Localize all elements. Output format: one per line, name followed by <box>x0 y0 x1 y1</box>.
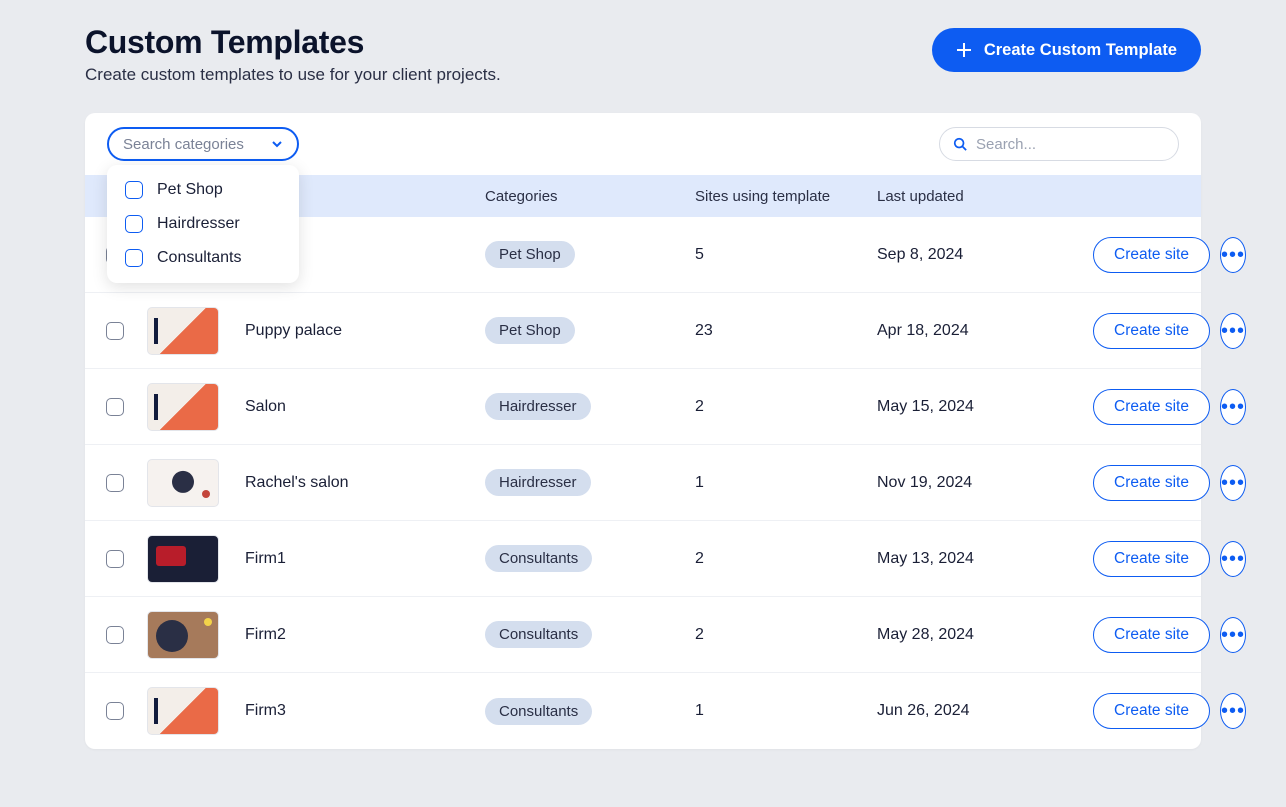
row-checkbox[interactable] <box>106 474 124 492</box>
template-thumbnail[interactable] <box>147 383 219 431</box>
ellipsis-icon: ••• <box>1221 321 1245 341</box>
table-row: Rachel's salonHairdresser1Nov 19, 2024Cr… <box>85 445 1201 521</box>
row-checkbox[interactable] <box>106 398 124 416</box>
ellipsis-icon: ••• <box>1221 473 1245 493</box>
dropdown-item-label: Consultants <box>157 249 242 267</box>
dropdown-item-hairdresser[interactable]: Hairdresser <box>107 207 299 241</box>
template-name: Rachel's salon <box>245 474 485 492</box>
last-updated: Sep 8, 2024 <box>877 246 1093 264</box>
page-subtitle: Create custom templates to use for your … <box>85 65 501 85</box>
create-site-button[interactable]: Create site <box>1093 693 1210 729</box>
template-thumbnail[interactable] <box>147 687 219 735</box>
template-name: Salon <box>245 398 485 416</box>
create-site-button[interactable]: Create site <box>1093 313 1210 349</box>
last-updated: May 15, 2024 <box>877 398 1093 416</box>
sites-count: 23 <box>695 322 877 340</box>
templates-card: Search categories Pet Shop Hairdresser <box>85 113 1201 749</box>
template-thumbnail[interactable] <box>147 307 219 355</box>
dropdown-item-consultants[interactable]: Consultants <box>107 241 299 275</box>
ellipsis-icon: ••• <box>1221 549 1245 569</box>
last-updated: May 28, 2024 <box>877 626 1093 644</box>
more-actions-button[interactable]: ••• <box>1220 313 1246 349</box>
category-chip: Hairdresser <box>485 469 591 496</box>
table-row: Firm2Consultants2May 28, 2024Create site… <box>85 597 1201 673</box>
page-title: Custom Templates <box>85 24 501 61</box>
category-filter-select[interactable]: Search categories <box>107 127 299 161</box>
sites-count: 5 <box>695 246 877 264</box>
category-chip: Consultants <box>485 698 592 725</box>
more-actions-button[interactable]: ••• <box>1220 465 1246 501</box>
dropdown-item-pet-shop[interactable]: Pet Shop <box>107 173 299 207</box>
sites-count: 2 <box>695 626 877 644</box>
sites-count: 1 <box>695 474 877 492</box>
create-custom-template-button[interactable]: Create Custom Template <box>932 28 1201 72</box>
more-actions-button[interactable]: ••• <box>1220 237 1246 273</box>
create-custom-template-label: Create Custom Template <box>984 41 1177 60</box>
last-updated: Jun 26, 2024 <box>877 702 1093 720</box>
more-actions-button[interactable]: ••• <box>1220 693 1246 729</box>
sites-count: 2 <box>695 550 877 568</box>
table-row: Firm1Consultants2May 13, 2024Create site… <box>85 521 1201 597</box>
column-header-sites: Sites using template <box>695 188 877 205</box>
checkbox-icon <box>125 215 143 233</box>
more-actions-button[interactable]: ••• <box>1220 541 1246 577</box>
table-row: Firm3Consultants1Jun 26, 2024Create site… <box>85 673 1201 749</box>
search-input[interactable] <box>939 127 1179 161</box>
category-filter-dropdown: Pet Shop Hairdresser Consultants <box>107 165 299 283</box>
dropdown-item-label: Pet Shop <box>157 181 223 199</box>
category-chip: Consultants <box>485 621 592 648</box>
template-name: Firm3 <box>245 702 485 720</box>
column-header-categories: Categories <box>485 188 695 205</box>
ellipsis-icon: ••• <box>1221 701 1245 721</box>
template-name: Puppy palace <box>245 322 485 340</box>
create-site-button[interactable]: Create site <box>1093 237 1210 273</box>
category-chip: Hairdresser <box>485 393 591 420</box>
checkbox-icon <box>125 181 143 199</box>
create-site-button[interactable]: Create site <box>1093 617 1210 653</box>
category-chip: Consultants <box>485 545 592 572</box>
plus-icon <box>956 42 972 58</box>
category-chip: Pet Shop <box>485 241 575 268</box>
row-checkbox[interactable] <box>106 702 124 720</box>
category-chip: Pet Shop <box>485 317 575 344</box>
category-filter-placeholder: Search categories <box>123 136 244 153</box>
ellipsis-icon: ••• <box>1221 245 1245 265</box>
last-updated: Nov 19, 2024 <box>877 474 1093 492</box>
column-header-updated: Last updated <box>877 188 1093 205</box>
template-thumbnail[interactable] <box>147 611 219 659</box>
more-actions-button[interactable]: ••• <box>1220 389 1246 425</box>
chevron-down-icon <box>271 138 283 150</box>
template-thumbnail[interactable] <box>147 459 219 507</box>
more-actions-button[interactable]: ••• <box>1220 617 1246 653</box>
sites-count: 2 <box>695 398 877 416</box>
template-name: Firm1 <box>245 550 485 568</box>
checkbox-icon <box>125 249 143 267</box>
row-checkbox[interactable] <box>106 626 124 644</box>
template-name: Firm2 <box>245 626 485 644</box>
sites-count: 1 <box>695 702 877 720</box>
table-row: Puppy palacePet Shop23Apr 18, 2024Create… <box>85 293 1201 369</box>
last-updated: Apr 18, 2024 <box>877 322 1093 340</box>
row-checkbox[interactable] <box>106 550 124 568</box>
ellipsis-icon: ••• <box>1221 625 1245 645</box>
last-updated: May 13, 2024 <box>877 550 1093 568</box>
create-site-button[interactable]: Create site <box>1093 389 1210 425</box>
search-icon <box>953 137 967 151</box>
create-site-button[interactable]: Create site <box>1093 541 1210 577</box>
row-checkbox[interactable] <box>106 322 124 340</box>
ellipsis-icon: ••• <box>1221 397 1245 417</box>
create-site-button[interactable]: Create site <box>1093 465 1210 501</box>
table-row: SalonHairdresser2May 15, 2024Create site… <box>85 369 1201 445</box>
dropdown-item-label: Hairdresser <box>157 215 240 233</box>
template-thumbnail[interactable] <box>147 535 219 583</box>
